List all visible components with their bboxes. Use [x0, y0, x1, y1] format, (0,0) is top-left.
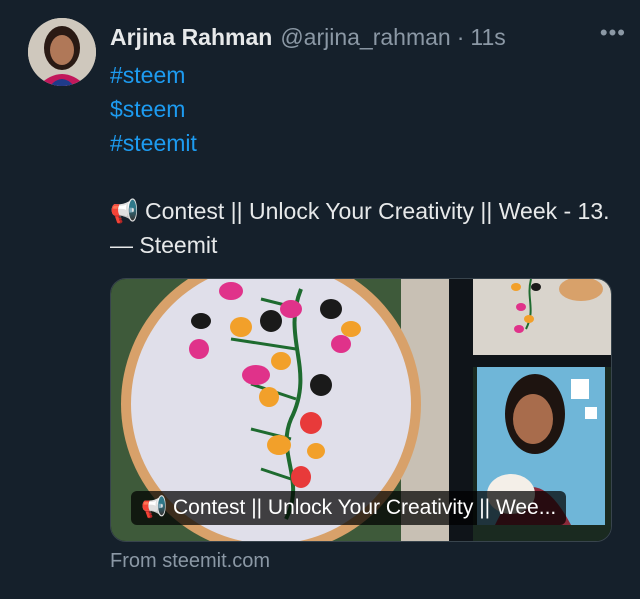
card-caption: 📢 Contest || Unlock Your Creativity || W…: [131, 491, 567, 525]
hashtag-steemit[interactable]: #steemit: [110, 126, 618, 160]
timestamp[interactable]: 11s: [470, 24, 505, 51]
more-icon[interactable]: •••: [600, 20, 626, 46]
link-card[interactable]: 📢 Contest || Unlock Your Creativity || W…: [110, 278, 612, 542]
hashtag-steem[interactable]: #steem: [110, 58, 618, 92]
author-handle[interactable]: @arjina_rahman: [280, 24, 450, 51]
tweet-text: #steem $steem #steemit 📢 Contest || Unlo…: [110, 58, 618, 262]
avatar-photo: [28, 18, 96, 86]
separator-dot: ·: [456, 23, 465, 50]
avatar[interactable]: [28, 18, 96, 86]
card-source[interactable]: From steemit.com: [110, 550, 270, 573]
contest-text: 📢 Contest || Unlock Your Creativity || W…: [110, 198, 610, 258]
cashtag-steem[interactable]: $steem: [110, 92, 618, 126]
tweet-header: Arjina Rahman @arjina_rahman · 11s: [110, 22, 620, 52]
author-name[interactable]: Arjina Rahman: [110, 24, 272, 51]
